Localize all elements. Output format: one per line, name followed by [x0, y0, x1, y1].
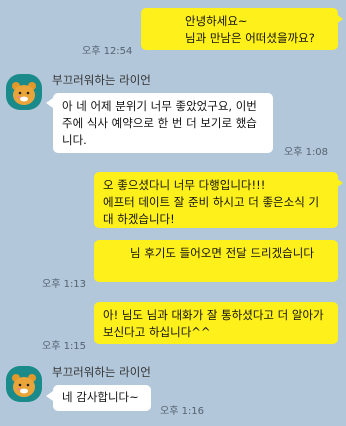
message-time: 오후 1:16 — [160, 406, 205, 417]
message-time: 오후 12:54 — [82, 46, 133, 57]
message-bubble[interactable]: 님 후기도 들어오면 전달 드리겠습니다 — [94, 240, 338, 282]
ryan-avatar-icon — [12, 82, 36, 105]
avatar[interactable] — [6, 74, 42, 110]
contact-name: 부끄러워하는 라이언 — [52, 365, 151, 379]
avatar[interactable] — [6, 366, 42, 402]
message-bubble[interactable]: 아 네 어제 분위기 너무 좋았었구요, 이번주에 식사 예약으로 한 번 더 … — [53, 93, 273, 153]
message-bubble[interactable]: 아! 님도 님과 대화가 잘 통하셨다고 더 알아가 보신다고 하십니다^^ — [94, 302, 338, 344]
message-bubble[interactable]: 안녕하세요~ 님과 만남은 어떠셨을까요? — [141, 8, 338, 50]
contact-name: 부끄러워하는 라이언 — [52, 73, 151, 87]
message-bubble[interactable]: 네 감사합니다~ — [53, 385, 151, 411]
bubble-tail — [46, 391, 53, 401]
bubble-tail — [46, 98, 53, 108]
message-time: 오후 1:08 — [284, 147, 329, 158]
message-time: 오후 1:13 — [42, 279, 87, 290]
ryan-avatar-icon — [12, 374, 36, 397]
message-time: 오후 1:15 — [42, 341, 87, 352]
bubble-tail — [336, 178, 343, 188]
bubble-tail — [336, 14, 343, 24]
message-bubble[interactable]: 오 좋으셨다니 너무 다행입니다!!! 에프터 데이트 잘 준비 하시고 더 좋… — [94, 172, 338, 228]
